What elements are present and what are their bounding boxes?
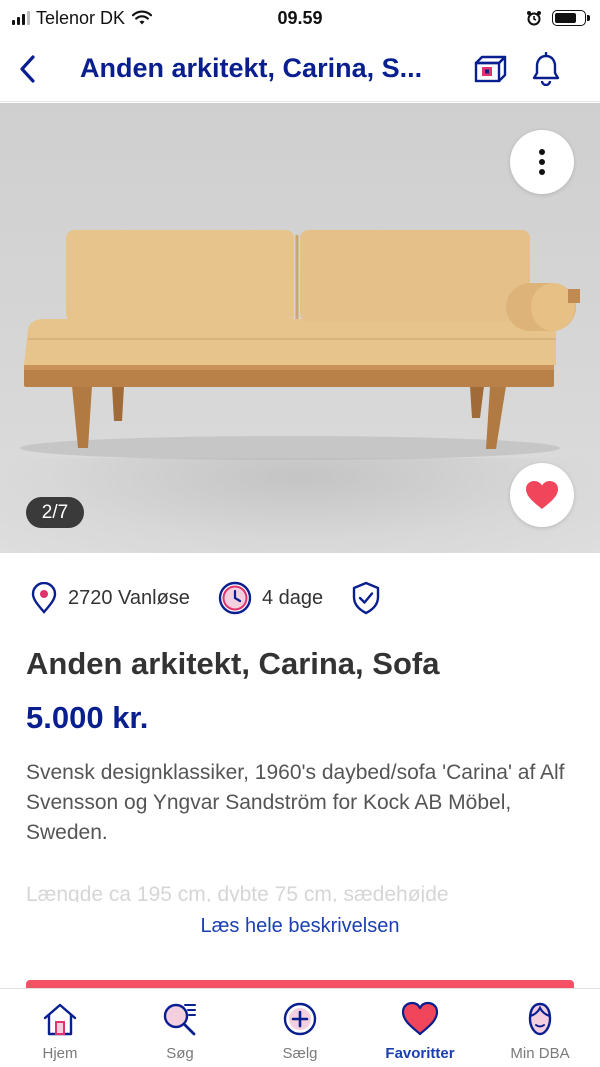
more-options-button[interactable] (510, 130, 574, 194)
notifications-button[interactable] (518, 36, 574, 102)
listing-description-faded: Længde ca 195 cm, dybte 75 cm, sædehøjde (26, 883, 449, 902)
location-info: 2720 Vanløse (30, 582, 190, 614)
tab-search[interactable]: Søg (120, 989, 240, 1067)
home-icon (43, 1003, 77, 1036)
tab-label: Hjem (42, 1045, 78, 1062)
clock-icon (218, 581, 252, 615)
profile-icon (528, 1002, 552, 1036)
location-text: 2720 Vanløse (68, 586, 190, 609)
status-left: Telenor DK (12, 8, 153, 29)
shipping-button[interactable] (462, 36, 518, 102)
header: Anden arkitekt, Carina, S... (0, 36, 600, 102)
age-info: 4 dage (218, 581, 323, 615)
read-full-description-link[interactable]: Læs hele beskrivelsen (0, 915, 600, 938)
location-pin-icon (31, 582, 57, 614)
alarm-clock-icon (527, 11, 541, 26)
back-button[interactable] (2, 36, 52, 102)
shield-check-icon (352, 581, 380, 615)
image-counter: 2/7 (26, 497, 84, 528)
verified-info[interactable] (351, 581, 381, 615)
tab-bar: Hjem Søg Sælg Favoritter Min DBA (0, 988, 600, 1067)
photo-gallery[interactable]: 2/7 (0, 103, 600, 553)
wifi-icon (131, 10, 153, 25)
heart-icon (401, 1001, 439, 1036)
heart-filled-icon (526, 481, 558, 509)
tab-label: Sælg (282, 1045, 318, 1062)
plus-circle-icon (283, 1002, 317, 1036)
sofa-photo (20, 230, 580, 460)
tab-my-dba[interactable]: Min DBA (480, 989, 600, 1067)
bell-icon (532, 51, 560, 86)
tab-label: Favoritter (385, 1045, 455, 1062)
tab-label: Min DBA (510, 1045, 570, 1062)
listing-title: Anden arkitekt, Carina, Sofa (26, 646, 440, 681)
page-title: Anden arkitekt, Carina, S... (80, 53, 423, 83)
tab-home[interactable]: Hjem (0, 989, 120, 1067)
listing-description: Svensk designklassiker, 1960's daybed/so… (26, 761, 565, 844)
status-right (526, 10, 590, 26)
back-chevron-icon (20, 54, 35, 83)
tab-sell[interactable]: Sælg (240, 989, 360, 1067)
kebab-menu-icon (539, 149, 545, 175)
tab-favorites[interactable]: Favoritter (360, 989, 480, 1067)
favorite-button[interactable] (510, 463, 574, 527)
info-row: 2720 Vanløse 4 dage (30, 578, 409, 618)
dba-shipping-icon (474, 55, 507, 82)
search-icon (163, 1003, 196, 1036)
carrier-name: Telenor DK (36, 7, 126, 28)
tab-label: Søg (166, 1045, 194, 1062)
battery-icon (552, 10, 590, 26)
age-text: 4 dage (261, 586, 324, 609)
signal-icon (12, 11, 30, 25)
status-bar: Telenor DK 09.59 (0, 0, 600, 36)
listing-price: 5.000 kr. (26, 700, 149, 735)
